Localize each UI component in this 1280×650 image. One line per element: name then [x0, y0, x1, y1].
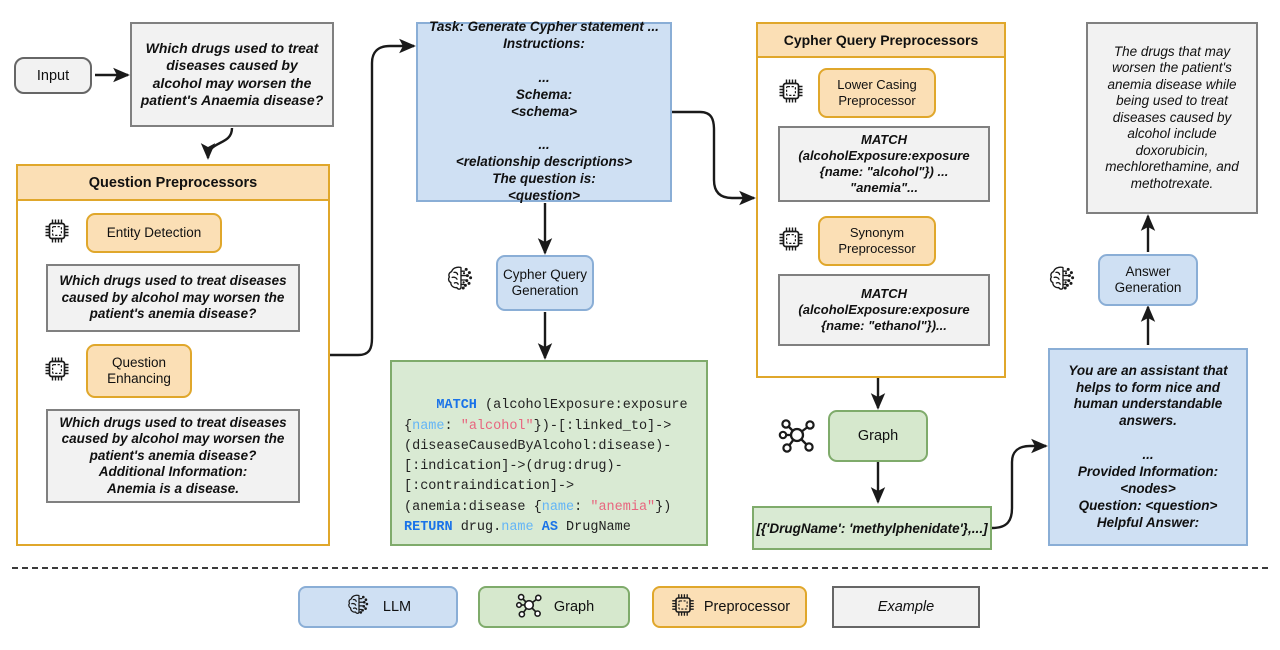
legend-label-preprocessor: Preprocessor: [703, 599, 791, 615]
entity-detection-row: Entity Detection: [42, 210, 302, 256]
cypher-prompt-line-5: ...: [538, 137, 550, 153]
cypher-prompt-line-4: <schema>: [510, 103, 578, 119]
legend-item-example: Example: [832, 586, 980, 628]
graph-icon: [514, 590, 544, 624]
legend-divider: [12, 567, 1268, 569]
cypher-prompt-line-1: Instructions:: [503, 36, 585, 52]
input-question-example: Which drugs used to treat diseases cause…: [130, 22, 334, 127]
question-preprocessors-header: Question Preprocessors: [18, 166, 328, 201]
diagram-canvas: Input Which drugs used to treat diseases…: [0, 0, 1280, 650]
legend-label-graph: Graph: [553, 599, 595, 615]
cypher-prompt-line-2: ...: [538, 69, 550, 85]
arrow-result-to-answer-prompt: [991, 438, 1048, 530]
synonym-example-line3-suffix: })...: [926, 317, 947, 333]
cypher-preprocessors-title: Cypher Query Preprocessors: [783, 32, 979, 48]
question-enhancing-example-bold1: Additional Information:: [98, 464, 248, 480]
answer-prompt-line-5: Helpful Answer:: [1096, 514, 1200, 530]
input-node[interactable]: Input: [14, 57, 92, 94]
legend-label-example: Example: [877, 599, 935, 615]
arrow-qpp-to-prompt: [330, 38, 416, 357]
final-answer-text: The drugs that may worsen the patient's …: [1105, 43, 1239, 191]
cypher-code-block: MATCH (alcoholExposure:exposure {name: "…: [390, 360, 708, 546]
entity-detection-button[interactable]: Entity Detection: [86, 213, 222, 253]
answer-prompt-line-3: <nodes>: [1120, 480, 1176, 496]
question-enhancing-example-line1: Which drugs used to treat diseases cause…: [59, 414, 287, 463]
chip-icon: [776, 76, 806, 111]
legend-item-llm: LLM: [298, 586, 458, 628]
answer-prompt-line-0: You are an assistant that helps to form …: [1068, 362, 1228, 429]
legend-label-llm: LLM: [382, 599, 412, 615]
input-node-label: Input: [36, 67, 70, 84]
answer-generation-node[interactable]: Answer Generation: [1098, 254, 1198, 306]
cypher-prompt-line-3: Schema:: [515, 86, 573, 102]
answer-prompt-line-4: Question: <question>: [1078, 497, 1218, 513]
lower-casing-row: Lower Casing Preprocessor: [776, 66, 991, 120]
synonym-example: MATCH (alcoholExposure:exposure {name: "…: [778, 274, 990, 346]
cypher-code-tokens: MATCH (alcoholExposure:exposure {name: "…: [404, 398, 688, 535]
entity-detection-example-suffix: ?: [248, 306, 257, 322]
answer-prompt-line-1: ...: [1142, 447, 1154, 462]
synonym-row: Synonym Preprocessor: [776, 214, 991, 268]
answer-prompt-box: You are an assistant that helps to form …: [1048, 348, 1248, 546]
lower-casing-example: MATCH (alcoholExposure:exposure {name: "…: [778, 126, 990, 202]
chip-icon: [42, 354, 72, 389]
question-enhancing-button[interactable]: Question Enhancing: [86, 344, 192, 398]
cypher-prompt-line-6: <relationship descriptions>: [455, 154, 633, 170]
graph-icon: [776, 414, 818, 461]
cypher-preprocessors-header: Cypher Query Preprocessors: [758, 24, 1004, 58]
arrow-question-to-qpp: [200, 127, 234, 160]
synonym-preprocessor-button[interactable]: Synonym Preprocessor: [818, 216, 936, 266]
graph-node[interactable]: Graph: [828, 410, 928, 462]
cypher-prompt-line-0: Task: Generate Cypher statement ...: [429, 19, 659, 35]
legend-item-graph: Graph: [478, 586, 630, 628]
chip-icon: [42, 216, 72, 251]
legend-item-preprocessor: Preprocessor: [652, 586, 807, 628]
synonym-example-line1: MATCH: [861, 286, 907, 302]
arrow-prompt-to-cpp: [672, 110, 756, 206]
question-enhancing-example-bold2: Anemia is a disease.: [106, 480, 240, 496]
question-preprocessors-panel: Question Preprocessors Entity Detection: [16, 164, 330, 546]
brain-icon: [1046, 262, 1080, 301]
lower-casing-example-line3-bold: "alcohol": [866, 164, 925, 179]
final-answer-box: The drugs that may worsen the patient's …: [1086, 22, 1258, 214]
lower-casing-example-line3-suffix: }) ...: [924, 164, 949, 179]
cypher-prompt-line-7: The question is:: [492, 171, 596, 187]
graph-result-box: [{'DrugName': 'methylphenidate'},...]: [752, 506, 992, 550]
question-preprocessors-title: Question Preprocessors: [88, 174, 258, 191]
chip-icon: [669, 591, 697, 623]
cypher-prompt-line-8: <question>: [507, 187, 580, 203]
answer-prompt-line-2: Provided Information:: [1077, 463, 1219, 479]
answer-generation-label: Answer Generation: [1114, 263, 1182, 295]
lower-casing-preprocessor-button[interactable]: Lower Casing Preprocessor: [818, 68, 936, 118]
brain-icon: [345, 591, 373, 623]
lower-casing-example-line4-bold: "anemia": [850, 179, 908, 195]
entity-detection-example: Which drugs used to treat diseases cause…: [46, 264, 300, 332]
synonym-example-line2: (alcoholExposure:exposure: [798, 302, 970, 318]
lower-casing-example-line4-suffix: ...: [907, 179, 918, 195]
cypher-query-generation-node[interactable]: Cypher Query Generation: [496, 255, 594, 311]
chip-icon: [776, 224, 806, 259]
input-question-text: Which drugs used to treat diseases cause…: [140, 40, 324, 108]
cypher-query-generation-label: Cypher Query Generation: [502, 266, 588, 298]
cypher-prompt-box: Task: Generate Cypher statement ... Inst…: [416, 19, 672, 203]
cypher-preprocessors-panel: Cypher Query Preprocessors Lower Casing …: [756, 22, 1006, 378]
graph-node-label: Graph: [857, 428, 899, 444]
question-enhancing-row: Question Enhancing: [42, 344, 302, 398]
synonym-example-line3-bold: "ethanol": [868, 317, 927, 333]
entity-detection-example-bold: anemia disease: [148, 306, 249, 322]
lower-casing-example-line1: MATCH: [861, 132, 907, 148]
brain-icon: [444, 262, 478, 301]
lower-casing-example-line2: (alcoholExposure:exposure: [798, 148, 970, 164]
question-enhancing-example: Which drugs used to treat diseases cause…: [46, 409, 300, 503]
synonym-example-line3-prefix: {name:: [821, 317, 869, 333]
graph-result-text: [{'DrugName': 'methylphenidate'},...]: [756, 520, 988, 536]
lower-casing-example-line3-prefix: {name:: [819, 164, 867, 179]
